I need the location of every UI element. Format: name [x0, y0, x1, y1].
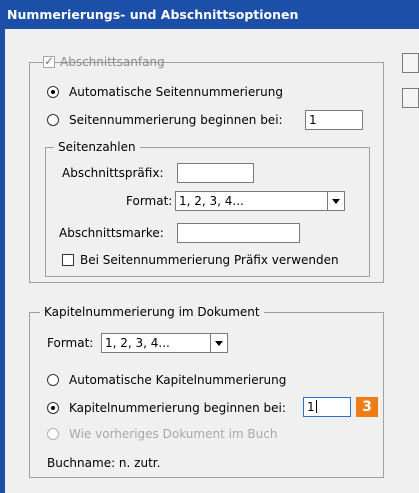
auto-chapter-numbering-radio[interactable]	[47, 374, 59, 386]
include-prefix-checkbox[interactable]	[62, 254, 74, 266]
chapter-numbering-legend: Kapitelnummerierung im Dokument	[40, 304, 264, 320]
checkmark-icon: ✓	[44, 54, 55, 68]
step-badge: 3	[356, 397, 378, 417]
page-format-label: Format:	[126, 194, 173, 208]
chapter-format-value: 1, 2, 3, 4...	[105, 336, 170, 350]
chapter-format-select[interactable]: 1, 2, 3, 4...	[101, 333, 228, 353]
start-page-number-input[interactable]: 1	[305, 110, 363, 130]
page-format-select[interactable]: 1, 2, 3, 4...	[175, 191, 345, 211]
start-chapter-numbering-radio[interactable]	[47, 402, 59, 414]
section-marker-label: Abschnittsmarke:	[59, 226, 164, 240]
include-prefix-label: Bei Seitennummerierung Präfix verwenden	[80, 253, 339, 267]
auto-page-numbering-radio[interactable]	[47, 86, 59, 98]
cancel-button[interactable]	[402, 88, 419, 108]
section-start-checkbox[interactable]: ✓	[43, 54, 55, 68]
section-start-label: Abschnittsanfang	[60, 55, 165, 69]
start-page-numbering-radio[interactable]	[47, 114, 59, 126]
section-prefix-label: Abschnittspräfix:	[62, 166, 164, 180]
section-prefix-input[interactable]	[177, 163, 254, 183]
same-as-previous-label: Wie vorheriges Dokument im Buch	[69, 427, 278, 441]
chapter-format-label: Format:	[47, 336, 94, 350]
chevron-down-icon[interactable]	[210, 334, 227, 352]
start-chapter-number-input[interactable]: 1	[303, 397, 351, 417]
dialog-title: Nummerierungs- und Abschnittsoptionen	[0, 0, 419, 29]
ok-button[interactable]	[402, 53, 419, 73]
same-as-previous-radio	[47, 428, 59, 440]
text-caret	[315, 400, 317, 413]
start-page-numbering-label: Seitennummerierung beginnen bei:	[69, 113, 283, 127]
page-numbers-legend: Seitenzahlen	[54, 139, 140, 155]
book-name-text: Buchname: n. zutr.	[47, 456, 161, 470]
page-format-value: 1, 2, 3, 4...	[179, 194, 244, 208]
section-marker-input[interactable]	[177, 223, 300, 243]
chevron-down-icon[interactable]	[327, 192, 344, 210]
auto-chapter-numbering-label: Automatische Kapitelnummerierung	[69, 373, 287, 387]
auto-page-numbering-label: Automatische Seitennummerierung	[69, 85, 284, 99]
start-chapter-numbering-label: Kapitelnummerierung beginnen bei:	[69, 401, 286, 415]
start-chapter-number-value: 1	[307, 400, 315, 414]
window-frame	[0, 29, 5, 493]
